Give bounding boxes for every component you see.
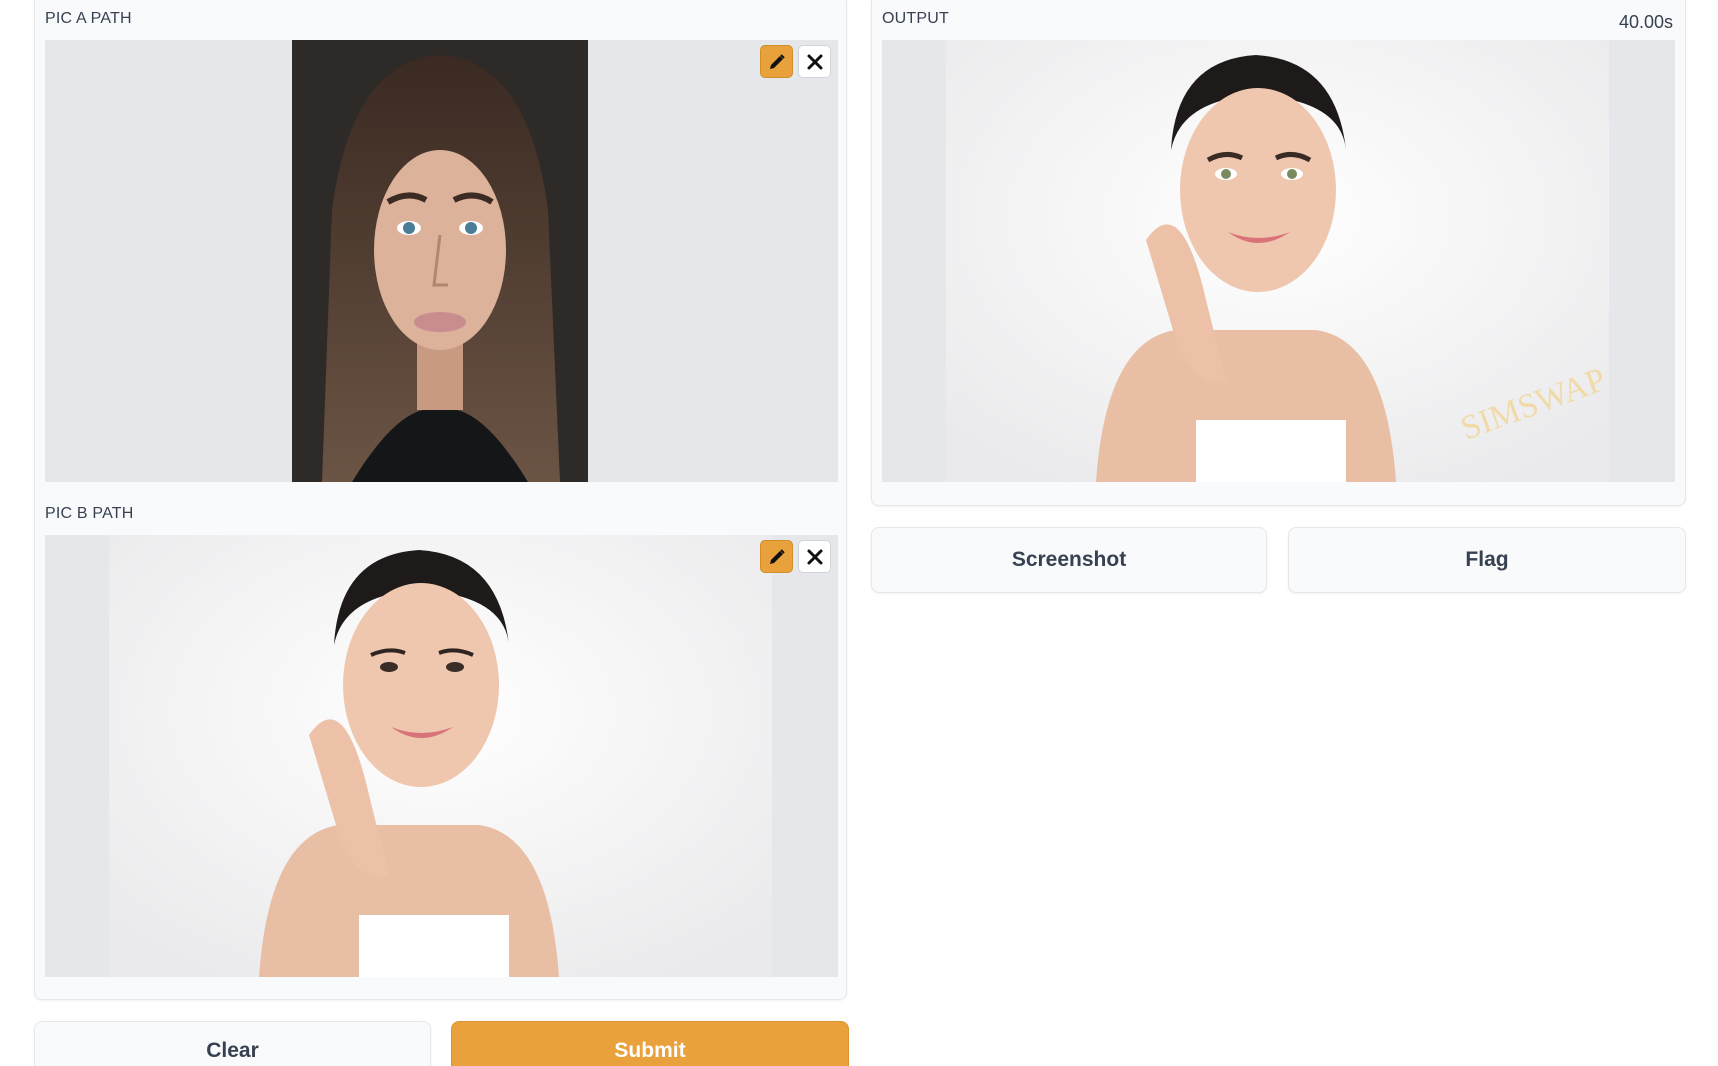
pic-a-photo: [292, 40, 588, 482]
pic-a-image-upload[interactable]: [45, 40, 838, 482]
pic-b-photo: [109, 535, 772, 977]
pencil-icon: [769, 53, 785, 69]
close-icon: [807, 549, 822, 564]
pic-b-label: PIC B PATH: [45, 505, 134, 522]
flag-button[interactable]: Flag: [1288, 527, 1686, 593]
pic-a-label: PIC A PATH: [45, 10, 132, 27]
output-photo: SIMSWAP: [946, 40, 1609, 482]
pic-b-remove-button[interactable]: [798, 540, 831, 573]
clear-button[interactable]: Clear: [34, 1021, 431, 1066]
elapsed-time: 40.00s: [1618, 12, 1673, 32]
app-root: PIC A PATH PIC B PATH OUTPUT 40.00s SIMS…: [0, 0, 1718, 1066]
pencil-icon: [769, 548, 785, 564]
submit-button[interactable]: Submit: [451, 1021, 849, 1066]
output-panel: OUTPUT 40.00s SIMSWAP: [871, 0, 1686, 506]
pic-b-edit-button[interactable]: [760, 540, 793, 573]
close-icon: [807, 54, 822, 69]
output-label: OUTPUT: [882, 10, 949, 27]
pic-a-edit-button[interactable]: [760, 45, 793, 78]
input-panel: PIC A PATH PIC B PATH: [34, 0, 847, 1000]
pic-a-remove-button[interactable]: [798, 45, 831, 78]
output-image: SIMSWAP: [882, 40, 1675, 482]
pic-b-image-upload[interactable]: [45, 535, 838, 977]
screenshot-button[interactable]: Screenshot: [871, 527, 1267, 593]
